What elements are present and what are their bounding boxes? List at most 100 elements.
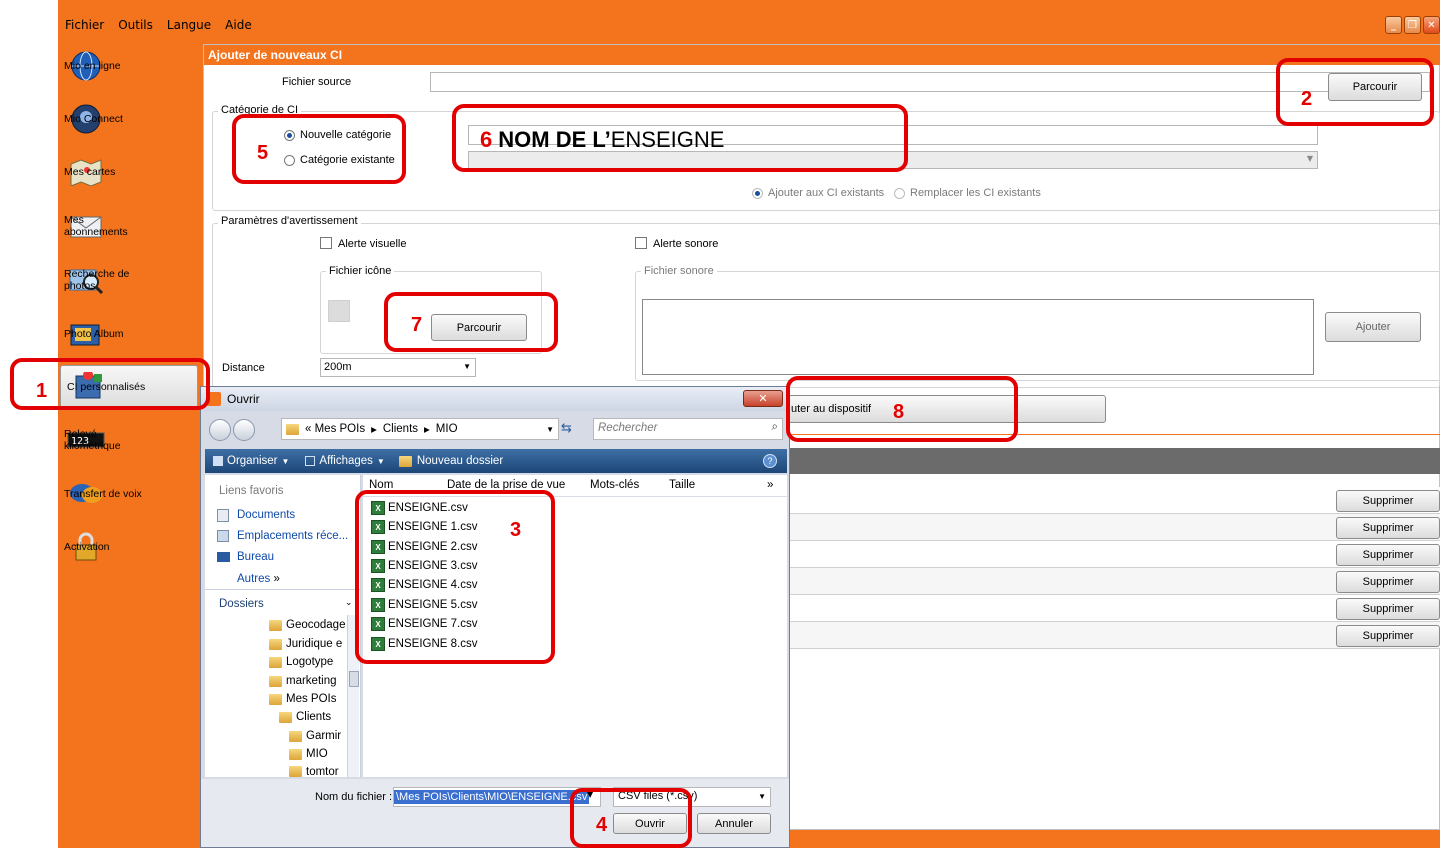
column-size[interactable]: Taille <box>669 479 695 491</box>
menu-fichier[interactable]: Fichier <box>58 16 111 38</box>
recent-places-icon <box>217 530 229 542</box>
tree-item[interactable]: marketing <box>269 675 337 687</box>
help-icon[interactable]: ? <box>763 454 777 468</box>
table-row: Supprimer <box>785 514 1440 541</box>
folder-icon <box>289 766 302 777</box>
sidebar-item-mes-cartes[interactable]: Mes cartes <box>58 150 200 194</box>
delete-button[interactable]: Supprimer <box>1336 544 1440 566</box>
menu-outils[interactable]: Outils <box>111 16 160 38</box>
tree-item[interactable]: Mes POIs <box>269 693 336 705</box>
back-icon[interactable] <box>209 419 231 441</box>
table-row: Supprimer <box>785 568 1440 595</box>
sidebar-item-transfert-voix[interactable]: Transfert de voix <box>58 472 200 516</box>
nav-desktop[interactable]: Bureau <box>237 551 274 563</box>
cancel-button[interactable]: Annuler <box>697 813 771 834</box>
nav-others[interactable]: Autres » <box>237 573 280 585</box>
breadcrumb-item[interactable]: Clients <box>383 423 418 435</box>
views-button[interactable]: Affichages ▼ <box>305 455 385 467</box>
delete-button[interactable]: Supprimer <box>1336 490 1440 512</box>
new-folder-button[interactable]: Nouveau dossier <box>398 455 503 467</box>
add-sound-button[interactable]: Ajouter <box>1325 312 1421 342</box>
replace-existing-radio[interactable] <box>894 188 905 199</box>
distance-value: 200m <box>324 361 352 373</box>
table-row: Supprimer <box>785 541 1440 568</box>
nav-recent-places[interactable]: Emplacements réce... <box>237 530 348 542</box>
tree-item[interactable]: tomtor <box>289 766 339 777</box>
breadcrumb[interactable]: « Mes POIs ▸ Clients ▸ MIO ▼ <box>281 418 559 440</box>
dialog-titlebar: Ouvrir ✕ <box>201 387 789 411</box>
sidebar-item-activation[interactable]: Activation <box>58 525 200 569</box>
tree-item[interactable]: Geocodage <box>269 619 345 631</box>
chevron-down-icon[interactable]: ⌄ <box>345 598 353 608</box>
tree-item[interactable]: Garmir <box>289 730 341 742</box>
tree-item[interactable]: Logotype <box>269 656 333 668</box>
annotation-number-4: 4 <box>596 814 608 836</box>
chevron-down-icon: ▼ <box>463 362 471 371</box>
organize-button[interactable]: Organiser ▼ <box>213 455 289 467</box>
tree-item-label: Logotype <box>286 656 334 668</box>
more-columns-icon[interactable]: » <box>767 479 773 491</box>
menu-aide[interactable]: Aide <box>218 16 259 38</box>
chevron-down-icon: ▼ <box>281 456 290 466</box>
replace-existing-label: Remplacer les CI existants <box>910 187 1041 199</box>
chevron-down-icon: ▼ <box>758 792 766 801</box>
table-row: Supprimer <box>785 595 1440 622</box>
folder-icon <box>286 423 299 435</box>
filename-label: Nom du fichier : <box>315 791 393 803</box>
menu-langue[interactable]: Langue <box>160 16 218 38</box>
sound-alert-checkbox[interactable] <box>635 237 647 249</box>
sound-file-list[interactable] <box>642 299 1314 375</box>
annotation-number-5: 5 <box>257 142 269 164</box>
delete-button[interactable]: Supprimer <box>1336 517 1440 539</box>
sidebar-item-label: Relevé kilométrique <box>64 428 121 452</box>
close-icon[interactable]: ✕ <box>1423 16 1440 34</box>
sound-alert-label: Alerte sonore <box>653 238 719 250</box>
add-existing-radio[interactable] <box>752 188 763 199</box>
sidebar-item-photo-album[interactable]: Photo Album <box>58 312 200 356</box>
column-tags[interactable]: Mots-clés <box>590 479 639 491</box>
annotation-number-1: 1 <box>36 380 48 402</box>
minimize-icon[interactable]: _ <box>1385 16 1402 34</box>
icon-file-title: Fichier icône <box>326 265 395 277</box>
sidebar-item-recherche-photos[interactable]: Recherche de photos <box>58 258 200 302</box>
tree-item-label: MIO <box>306 748 328 760</box>
search-input[interactable]: Rechercher ⌕ <box>593 418 783 440</box>
chevron-right-icon: ▸ <box>424 424 430 436</box>
delete-button[interactable]: Supprimer <box>1336 571 1440 593</box>
alert-group-title: Paramètres d'avertissement <box>218 215 361 227</box>
window-controls: _ ❐ ✕ <box>1385 16 1440 34</box>
folder-icon <box>289 748 302 760</box>
left-strip <box>0 0 58 848</box>
tree-item[interactable]: Clients <box>279 711 331 723</box>
sidebar-item-mes-abonnements[interactable]: Mes abonnements <box>58 204 200 248</box>
tree-item-label: tomtor <box>306 766 339 777</box>
chevron-down-icon[interactable]: ▼ <box>546 425 554 434</box>
tree-item[interactable]: MIO <box>289 748 328 760</box>
search-placeholder: Rechercher <box>598 422 658 434</box>
breadcrumb-item[interactable]: « Mes POIs <box>305 423 365 435</box>
icon-preview <box>328 300 350 322</box>
delete-button[interactable]: Supprimer <box>1336 625 1440 647</box>
sidebar-item-mio-connect[interactable]: Mio Connect <box>58 97 200 141</box>
sidebar: Mio en ligne Mio Connect Mes cartes Mes … <box>58 40 200 830</box>
restore-icon[interactable]: ❐ <box>1404 16 1421 34</box>
scrollbar-thumb[interactable] <box>349 671 359 687</box>
sidebar-item-label: Mes cartes <box>64 166 116 178</box>
sidebar-item-label: Recherche de photos <box>64 268 130 292</box>
breadcrumb-item[interactable]: MIO <box>436 423 458 435</box>
folder-icon <box>279 711 292 723</box>
sidebar-item-label: Mio Connect <box>64 113 123 125</box>
refresh-icon[interactable]: ⇆ <box>561 421 572 436</box>
divider <box>205 589 361 590</box>
tree-item[interactable]: Juridique e <box>269 638 342 650</box>
delete-button[interactable]: Supprimer <box>1336 598 1440 620</box>
sidebar-item-releve-kilometrique[interactable]: 123 Relevé kilométrique <box>58 418 200 462</box>
distance-select[interactable]: 200m ▼ <box>320 358 476 377</box>
chevron-down-icon: ▼ <box>1306 154 1313 163</box>
close-icon[interactable]: ✕ <box>743 390 783 407</box>
forward-icon[interactable] <box>233 419 255 441</box>
visual-alert-checkbox[interactable] <box>320 237 332 249</box>
nav-documents[interactable]: Documents <box>237 509 295 521</box>
tree-item-label: marketing <box>286 675 337 687</box>
sidebar-item-mio-en-ligne[interactable]: Mio en ligne <box>58 44 200 88</box>
